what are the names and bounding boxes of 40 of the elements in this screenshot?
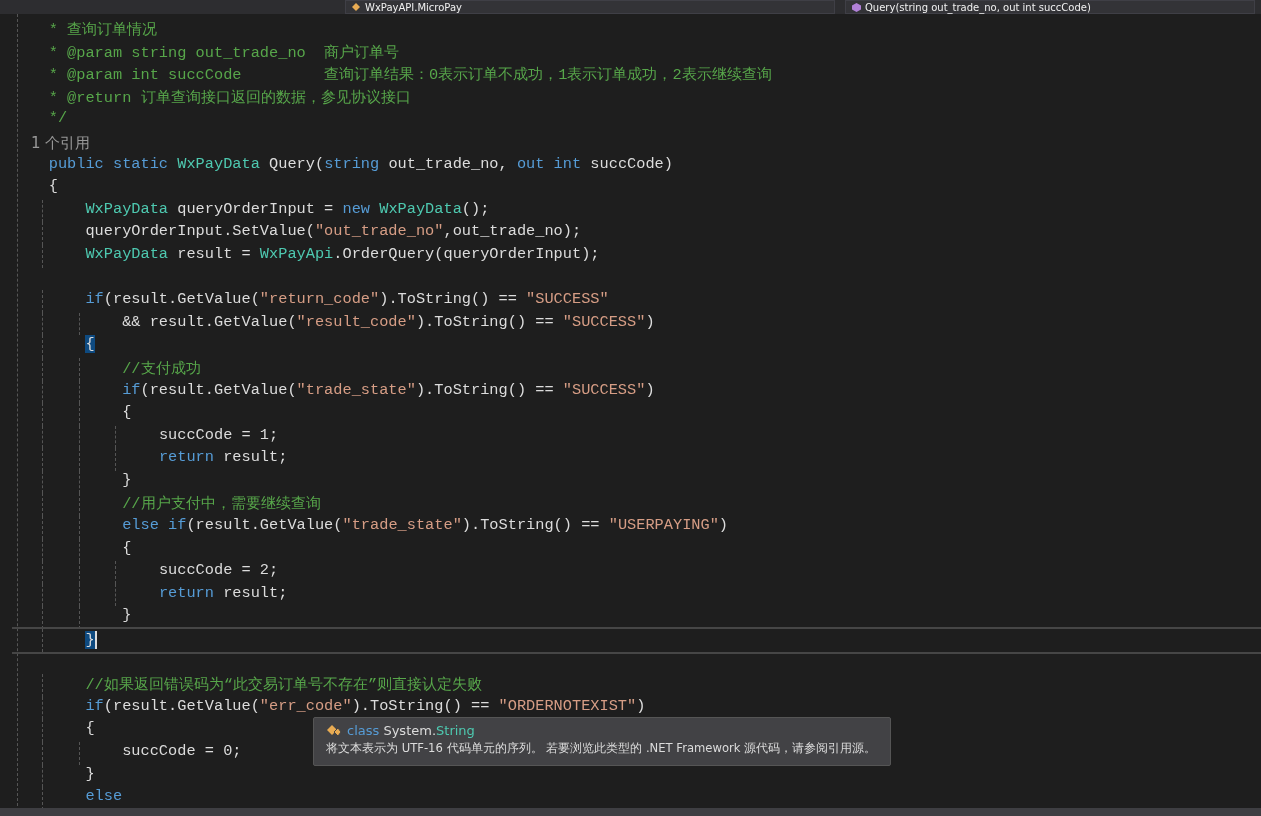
code-line: succCode = 0;: [122, 742, 242, 760]
code-line: }: [85, 764, 95, 783]
horizontal-scrollbar[interactable]: [0, 808, 1261, 816]
code-line: //支付成功: [122, 359, 201, 378]
code-line: if(result.GetValue("err_code").ToString() == "ORDERNOTEXIST"): [85, 696, 646, 715]
code-line: //如果返回错误码为“此交易订单号不存在”则直接认定失败: [85, 676, 483, 695]
code-line: {: [122, 403, 132, 422]
class-icon: [326, 723, 342, 738]
code-line: */: [48, 109, 68, 128]
text-caret: [94, 631, 97, 649]
type-signature: class System.String: [347, 723, 475, 738]
code-line: && result.GetValue("result_code").ToString() == "SUCCESS"): [122, 312, 655, 331]
code-line: {: [122, 538, 132, 557]
code-line: WxPayData result = WxPayApi.OrderQuery(queryOrderInput);: [85, 244, 600, 263]
code-line: else: [85, 787, 123, 806]
code-line: if(result.GetValue("trade_state").ToString() == "SUCCESS"): [122, 380, 655, 399]
code-line: {: [48, 177, 58, 196]
code-line: queryOrderInput.SetValue("out_trade_no",out_trade_no);: [85, 222, 582, 241]
navigation-dropdown[interactable]: WxPayAPI.MicroPay: [345, 0, 835, 14]
navigation-dropdown[interactable]: Query(string out_trade_no, out int succCode): [845, 0, 1255, 14]
code-line: public static WxPayData Query(string out_trade_no, out int succCode): [48, 154, 673, 173]
reference-count-link[interactable]: 1 个引用: [12, 131, 91, 155]
code-line: * @param int succCode 查询订单结果：0表示订单不成功，1表示订单成功，2表示继续查询: [48, 66, 772, 85]
code-line: * @return 订单查询接口返回的数据，参见协议接口: [48, 88, 411, 107]
method-icon: [852, 2, 861, 12]
code-line: {: [85, 719, 95, 738]
code-line: succCode = 1;: [158, 425, 279, 444]
code-line: * @param string out_trade_no 商户订单号: [48, 43, 400, 62]
code-line: * 查询订单情况: [48, 21, 158, 39]
code-line: return result;: [158, 583, 288, 602]
code-line: }: [122, 470, 132, 489]
code-line: else if(result.GetValue("trade_state").ToString() == "USERPAYING"): [122, 516, 729, 535]
code-line: //用户支付中，需要继续查询: [122, 495, 321, 514]
code-line: succCode = 2;: [158, 561, 279, 580]
type-description: 将文本表示为 UTF-16 代码单元的序列。 若要浏览此类型的 .NET Framework 源代码，请参阅引用源。: [326, 741, 877, 756]
code-line: return result;: [158, 448, 288, 467]
code-line: }: [122, 606, 132, 625]
code-line: WxPayData queryOrderInput = new WxPayData();: [85, 199, 490, 218]
code-line: if(result.GetValue("return_code").ToString() == "SUCCESS": [85, 290, 609, 309]
class-icon: [352, 2, 361, 12]
